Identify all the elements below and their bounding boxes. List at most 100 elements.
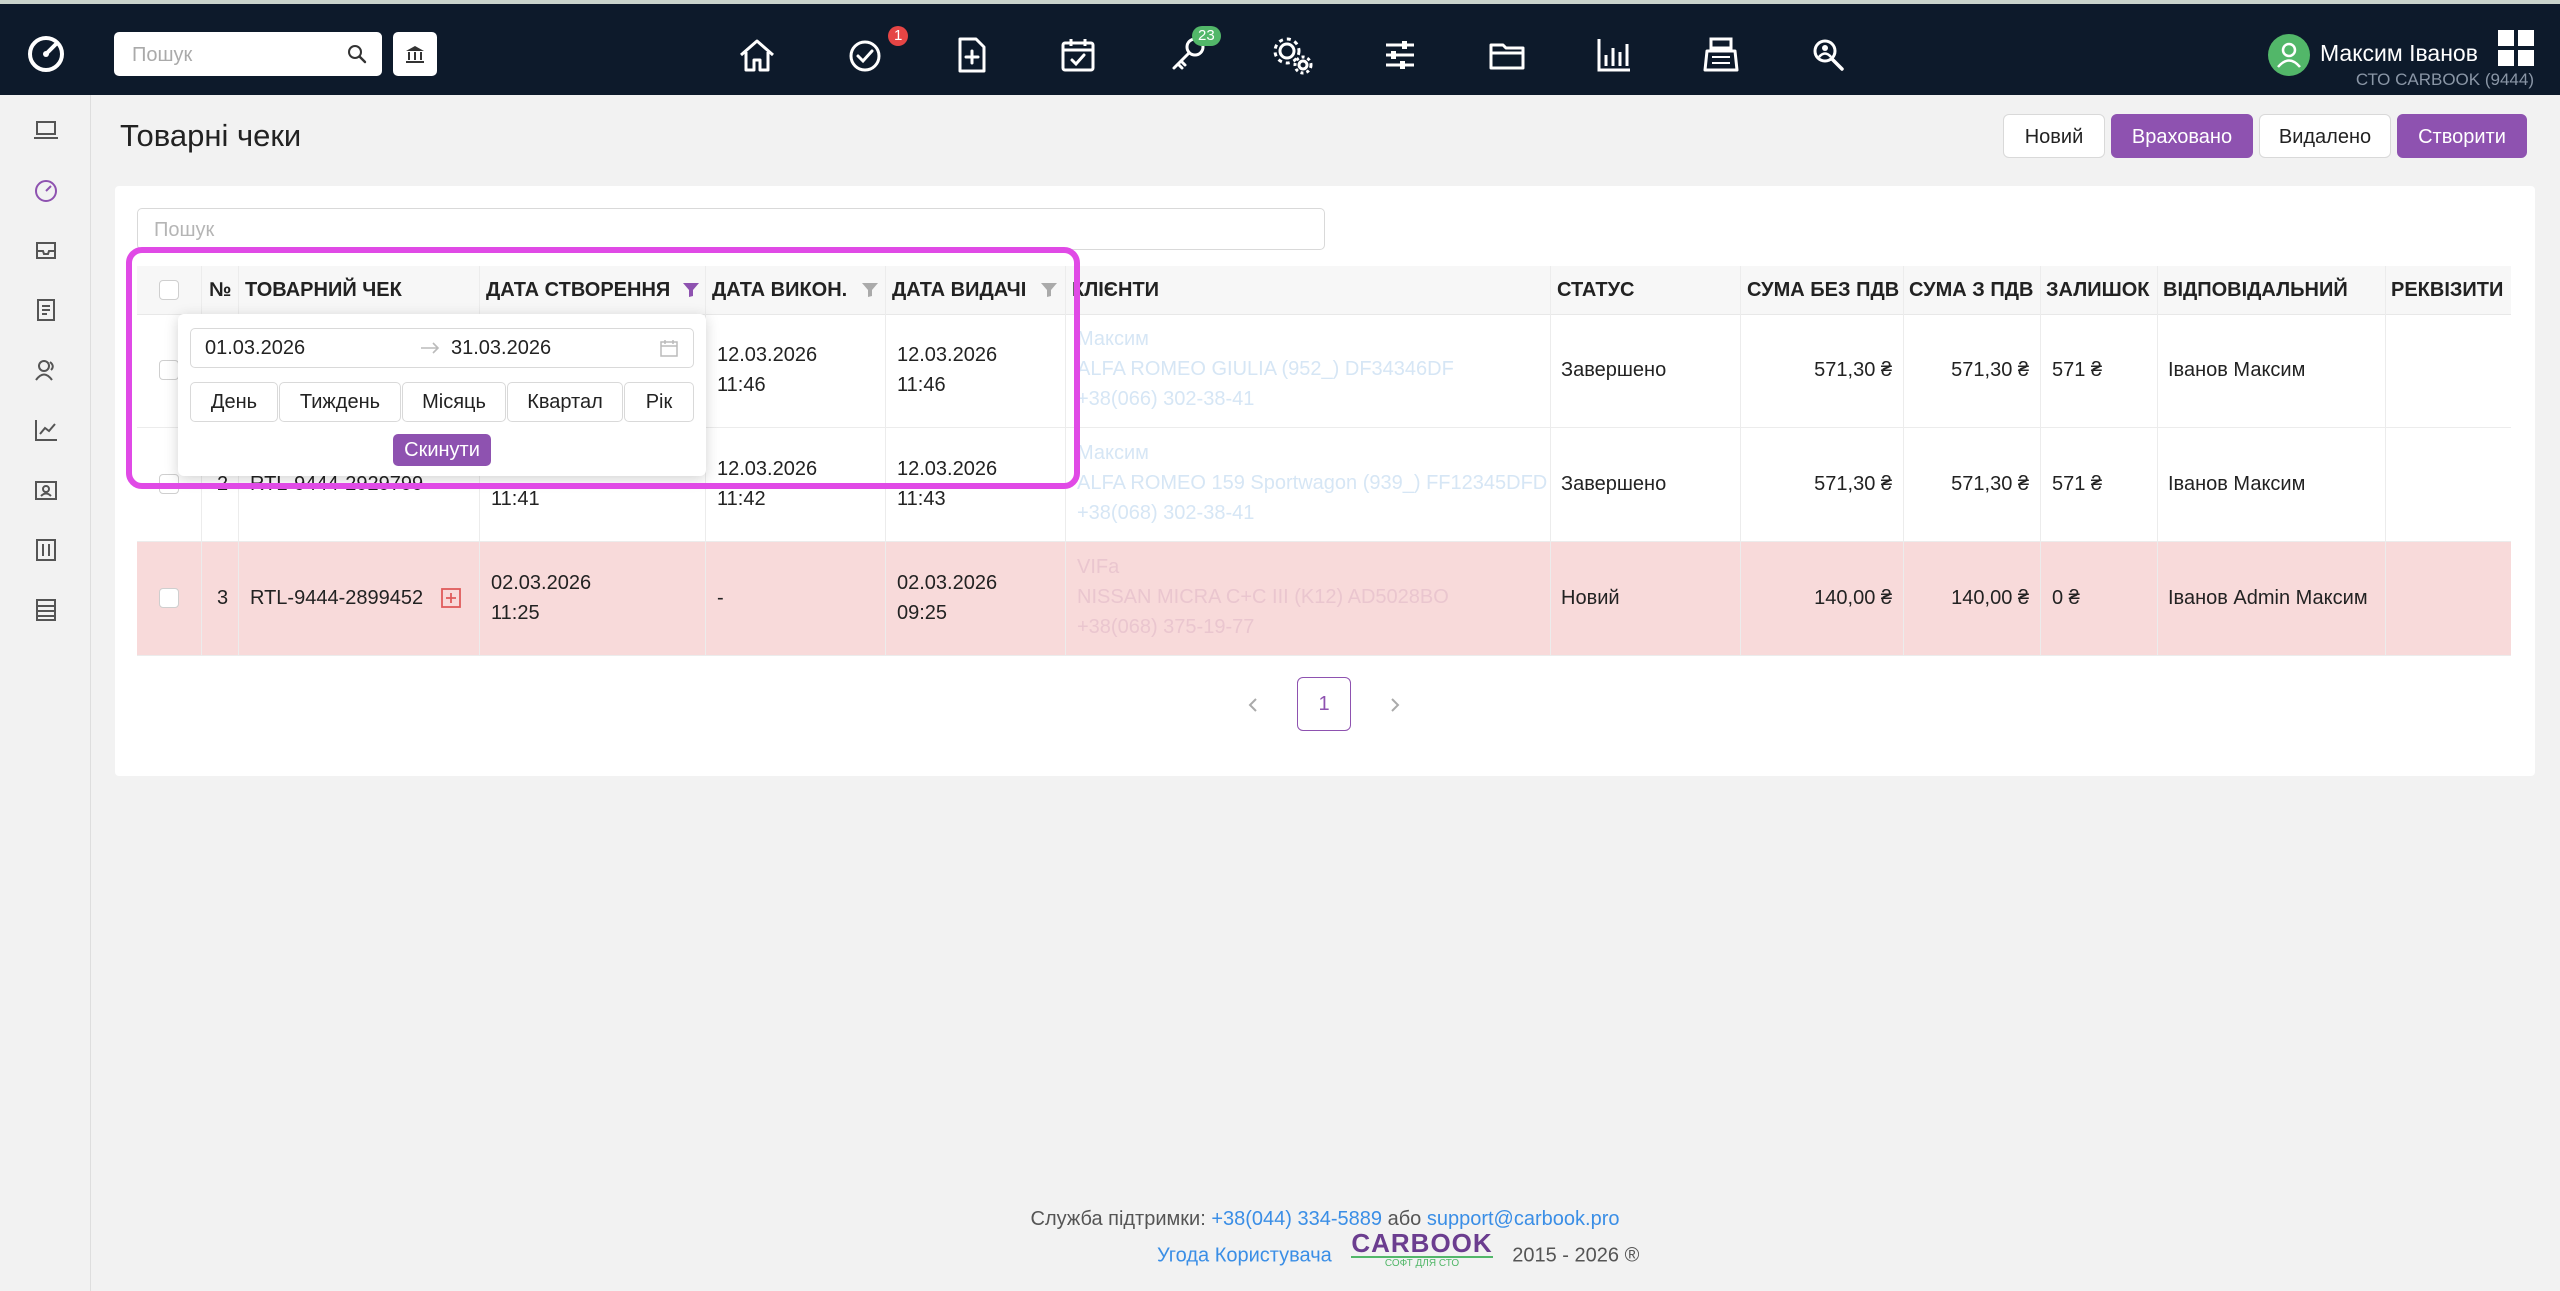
filter-accounted-button[interactable]: Враховано — [2111, 114, 2253, 158]
filter-new-button[interactable]: Новий — [2003, 114, 2105, 158]
row-checkbox[interactable] — [159, 588, 179, 608]
user-name[interactable]: Максим Іванов — [2320, 40, 2478, 67]
table-icon[interactable] — [33, 597, 59, 623]
issued-date: 02.03.2026 — [897, 572, 998, 594]
new-document-icon[interactable] — [950, 33, 994, 77]
user-organization: СТО CARBOOK (9444) — [2355, 70, 2534, 89]
dashboard-gauge-icon[interactable] — [33, 177, 59, 203]
table-row[interactable]: 3 RTL-9444-2899452 02.03.2026 11:25 - 02… — [137, 542, 2511, 656]
users-icon[interactable] — [33, 357, 59, 383]
client-car[interactable]: ALFA ROMEO 159 Sportwagon (939_) FF12345… — [1077, 468, 1547, 498]
sum-no-vat: 571,30 ₴ — [1814, 359, 1892, 381]
issued-date: 12.03.2026 — [897, 458, 998, 480]
search-icon[interactable] — [346, 43, 368, 65]
date-from[interactable]: 01.03.2026 — [205, 329, 305, 367]
table-search[interactable] — [137, 208, 1325, 251]
client-name[interactable]: Максим — [1077, 438, 1149, 468]
created-time: 11:25 — [491, 602, 540, 624]
status: Новий — [1561, 587, 1620, 609]
preset-week-button[interactable]: Тиждень — [279, 382, 401, 422]
calendar-icon[interactable] — [659, 338, 679, 358]
global-search[interactable] — [114, 32, 382, 78]
status: Завершено — [1561, 359, 1667, 381]
column-receipt[interactable]: ТОВАРНИЙ ЧЕК — [245, 266, 402, 314]
table-search-input[interactable] — [152, 209, 1306, 251]
issued-time: 11:46 — [897, 374, 946, 396]
preset-year-button[interactable]: Рік — [624, 382, 694, 422]
select-all-checkbox[interactable] — [159, 280, 179, 300]
pager-next-icon[interactable] — [1380, 690, 1410, 720]
bank-button[interactable] — [393, 32, 437, 76]
sum-vat: 571,30 ₴ — [1951, 359, 2029, 381]
pager-page-1[interactable]: 1 — [1297, 677, 1351, 731]
cash-register-icon[interactable] — [1699, 33, 1743, 77]
column-balance[interactable]: ЗАЛИШОК — [2046, 266, 2150, 314]
client-car[interactable]: NISSAN MICRA C+C III (K12) AD5028BO — [1077, 582, 1449, 612]
client-phone[interactable]: +38(066) 302-38-41 — [1077, 384, 1254, 414]
reset-button[interactable]: Скинути — [393, 434, 491, 466]
document-list-icon[interactable] — [33, 297, 59, 323]
carbook-logo-icon[interactable] — [26, 34, 66, 74]
column-done[interactable]: ДАТА ВИКОН. — [712, 266, 847, 314]
bank-icon — [406, 46, 424, 63]
preset-month-button[interactable]: Місяць — [402, 382, 506, 422]
pager-prev-icon[interactable] — [1238, 690, 1268, 720]
client-name[interactable]: Максим — [1077, 324, 1149, 354]
user-agreement-link[interactable]: Угода Користувача — [1157, 1244, 1332, 1266]
arrow-right-icon — [421, 342, 440, 354]
date-range-picker[interactable]: 01.03.2026 31.03.2026 — [190, 328, 694, 368]
column-clients[interactable]: КЛІЄНТИ — [1072, 266, 1159, 314]
preset-quarter-button[interactable]: Квартал — [507, 382, 623, 422]
support-email-link[interactable]: support@carbook.pro — [1427, 1208, 1620, 1230]
laptop-icon[interactable] — [33, 117, 59, 143]
sliders-icon[interactable] — [1378, 33, 1422, 77]
receipt-id[interactable]: RTL-9444-2899452 — [250, 583, 423, 613]
sidebar — [0, 95, 91, 1291]
column-status[interactable]: СТАТУС — [1557, 266, 1634, 314]
client-phone[interactable]: +38(068) 375-19-77 — [1077, 612, 1254, 642]
carbook-brand-logo[interactable]: CARBOOK СОФТ ДЛЯ СТО — [1351, 1230, 1493, 1270]
sum-no-vat: 140,00 ₴ — [1814, 587, 1892, 609]
column-requisites[interactable]: РЕКВІЗИТИ — [2391, 266, 2503, 314]
inbox-icon[interactable] — [33, 237, 59, 263]
done-filter-icon[interactable] — [861, 282, 879, 298]
sum-vat: 571,30 ₴ — [1951, 473, 2029, 495]
footer-bottom: Угода Користувача CARBOOK СОФТ ДЛЯ СТО 2… — [1157, 1230, 1639, 1276]
page-title: Товарні чеки — [120, 118, 302, 153]
issued-filter-icon[interactable] — [1040, 282, 1058, 298]
done-time: 11:46 — [717, 374, 766, 396]
support-phone-link[interactable]: +38(044) 334-5889 — [1211, 1208, 1382, 1230]
create-button[interactable]: Створити — [2397, 114, 2527, 158]
apps-grid-icon[interactable] — [2498, 30, 2534, 66]
column-num[interactable]: № — [209, 266, 231, 314]
calendar-icon[interactable] — [1056, 33, 1100, 77]
row-checkbox[interactable] — [159, 474, 179, 494]
column-sum-no-vat[interactable]: СУМА БЕЗ ПДВ — [1747, 266, 1899, 314]
client-phone[interactable]: +38(068) 302-38-41 — [1077, 498, 1254, 528]
row-checkbox[interactable] — [159, 360, 179, 380]
chart-icon[interactable] — [1592, 33, 1636, 77]
tasks-badge: 1 — [888, 26, 909, 46]
column-sum-vat[interactable]: СУМА З ПДВ — [1909, 266, 2033, 314]
folder-icon[interactable] — [1486, 33, 1530, 77]
add-square-icon[interactable] — [441, 588, 461, 608]
column-issued[interactable]: ДАТА ВИДАЧІ — [892, 266, 1026, 314]
client-name[interactable]: VIFa — [1077, 552, 1119, 582]
contact-card-icon[interactable] — [33, 477, 59, 503]
line-chart-icon[interactable] — [33, 417, 59, 443]
column-created[interactable]: ДАТА СТВОРЕННЯ — [486, 266, 670, 314]
date-to[interactable]: 31.03.2026 — [451, 329, 551, 367]
home-icon[interactable] — [735, 33, 779, 77]
avatar[interactable] — [2268, 34, 2310, 76]
column-responsible[interactable]: ВІДПОВІДАЛЬНИЙ — [2163, 266, 2348, 314]
settings-gears-icon[interactable] — [1271, 33, 1315, 77]
issued-time: 09:25 — [897, 602, 948, 624]
calculator-sliders-icon[interactable] — [33, 537, 59, 563]
global-search-input[interactable] — [130, 32, 334, 78]
created-filter-icon[interactable] — [682, 282, 700, 298]
search-user-icon[interactable] — [1806, 33, 1850, 77]
client-car[interactable]: ALFA ROMEO GIULIA (952_) DF34346DF — [1077, 354, 1454, 384]
preset-day-button[interactable]: День — [190, 382, 278, 422]
filter-deleted-button[interactable]: Видалено — [2259, 114, 2391, 158]
tasks-check-icon[interactable] — [843, 33, 887, 77]
